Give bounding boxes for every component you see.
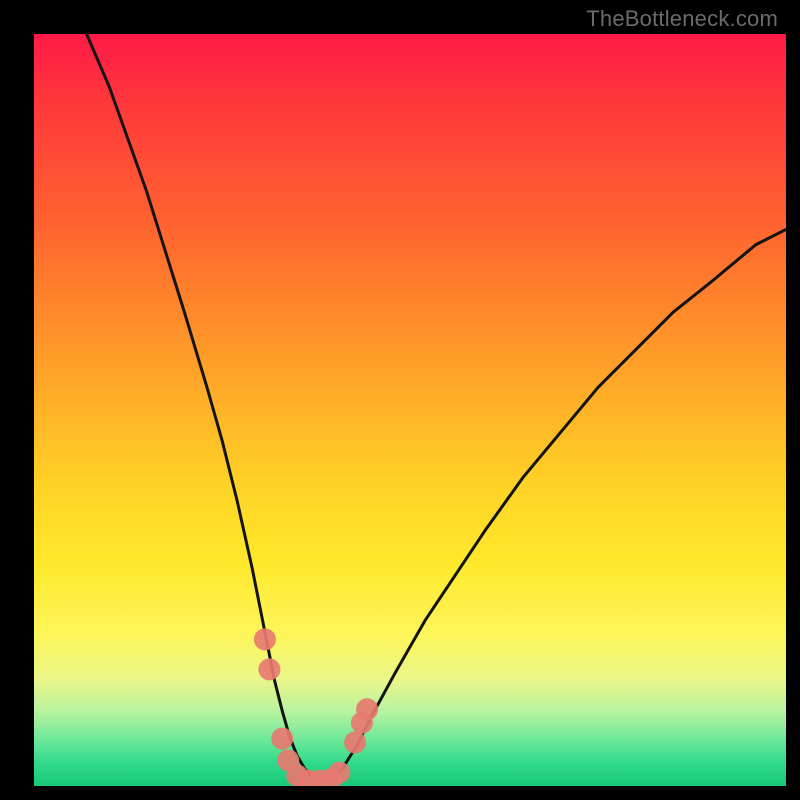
curve-marker (328, 762, 350, 784)
plot-area (34, 34, 786, 786)
bottleneck-curve (87, 34, 786, 781)
curve-marker (344, 731, 366, 753)
curve-marker (271, 728, 293, 750)
marker-group (254, 628, 378, 786)
curve-marker (258, 658, 280, 680)
curve-marker (356, 698, 378, 720)
watermark-text: TheBottleneck.com (586, 6, 778, 32)
chart-overlay (34, 34, 786, 786)
chart-frame: TheBottleneck.com (0, 0, 800, 800)
curve-marker (254, 628, 276, 650)
